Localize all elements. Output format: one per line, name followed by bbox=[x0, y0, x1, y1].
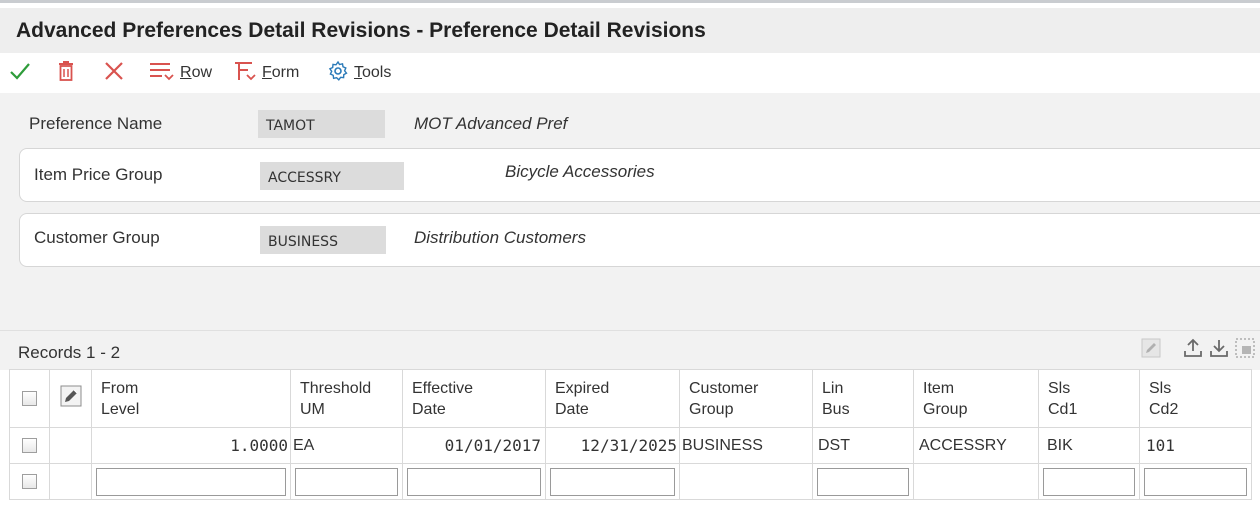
cell-threshold-um[interactable]: EA bbox=[290, 427, 403, 464]
sls-cd1-input[interactable] bbox=[1043, 467, 1135, 496]
row-checkbox[interactable] bbox=[22, 438, 37, 453]
row-menu-label: Row bbox=[180, 64, 213, 81]
row-select-cell bbox=[9, 427, 50, 464]
customer-group-label: Customer Group bbox=[34, 228, 160, 247]
input-cell-from-level bbox=[91, 463, 291, 500]
row-menu-icon bbox=[148, 59, 176, 88]
cell-customer-group[interactable]: BUSINESS bbox=[679, 427, 813, 464]
title-bar: Advanced Preferences Detail Revisions - … bbox=[0, 8, 1260, 53]
delete-button[interactable] bbox=[54, 59, 78, 88]
select-all-cell bbox=[9, 369, 50, 428]
tools-menu-button[interactable]: Tools bbox=[326, 59, 392, 88]
preference-name-label: Preference Name bbox=[29, 114, 163, 133]
row-exit-header bbox=[49, 369, 92, 428]
input-cell-threshold-um bbox=[290, 463, 403, 500]
tools-menu-label: Tools bbox=[354, 64, 392, 81]
download-icon[interactable] bbox=[1208, 337, 1230, 364]
from-level-input[interactable] bbox=[96, 467, 286, 496]
edit-icon[interactable] bbox=[1140, 337, 1162, 364]
form-menu-label: Form bbox=[262, 64, 300, 81]
input-cell-item-group bbox=[913, 463, 1039, 500]
select-all-checkbox[interactable] bbox=[22, 391, 37, 406]
cell-sls-cd1[interactable]: BIK bbox=[1038, 427, 1140, 464]
ok-button[interactable] bbox=[8, 61, 32, 85]
col-item-group[interactable]: Item Group bbox=[913, 369, 1039, 428]
cancel-button[interactable] bbox=[102, 61, 126, 85]
item-price-group-box: Item Price Group ACCESSRY Bicycle Access… bbox=[19, 148, 1260, 202]
table-row[interactable]: 1.0000 EA 01/01/2017 12/31/2025 BUSINESS… bbox=[9, 427, 1252, 464]
row-exit-cell bbox=[49, 463, 92, 500]
cell-item-group[interactable]: ACCESSRY bbox=[913, 427, 1039, 464]
lin-bus-input[interactable] bbox=[817, 467, 909, 496]
preference-name-field[interactable]: TAMOT bbox=[258, 110, 385, 138]
form-menu-button[interactable]: Form bbox=[232, 61, 299, 85]
detail-grid: From Level Threshold UM Effective Date Expi… bbox=[9, 369, 1252, 500]
cell-lin-bus[interactable]: DST bbox=[812, 427, 914, 464]
customer-group-box: Customer Group BUSINESS Distribution Cus… bbox=[19, 213, 1260, 267]
row-exit-cell bbox=[49, 427, 92, 464]
maximize-grid-icon[interactable] bbox=[1234, 337, 1256, 364]
input-cell-customer-group bbox=[679, 463, 813, 500]
item-price-group-label: Item Price Group bbox=[34, 165, 163, 184]
close-icon bbox=[102, 59, 126, 88]
header-form-area: Preference Name TAMOT MOT Advanced Pref … bbox=[0, 93, 1260, 330]
effective-date-input[interactable] bbox=[407, 467, 541, 496]
cell-from-level[interactable]: 1.0000 bbox=[91, 427, 291, 464]
col-expired-date[interactable]: Expired Date bbox=[545, 369, 680, 428]
col-customer-group[interactable]: Customer Group bbox=[679, 369, 813, 428]
upload-icon[interactable] bbox=[1182, 337, 1204, 364]
input-cell-expired-date bbox=[545, 463, 680, 500]
customer-group-description: Distribution Customers bbox=[414, 228, 586, 247]
gear-icon bbox=[326, 59, 350, 88]
form-menu-icon bbox=[232, 59, 258, 88]
row-menu-button[interactable]: Row bbox=[148, 61, 212, 85]
col-threshold-um[interactable]: Threshold UM bbox=[290, 369, 403, 428]
threshold-um-input[interactable] bbox=[295, 467, 398, 496]
preference-name-description: MOT Advanced Pref bbox=[414, 114, 568, 133]
cell-effective-date[interactable]: 01/01/2017 bbox=[402, 427, 546, 464]
cell-sls-cd2[interactable]: 101 bbox=[1139, 427, 1252, 464]
window-top-border bbox=[0, 0, 1260, 8]
input-cell-effective-date bbox=[402, 463, 546, 500]
page-title: Advanced Preferences Detail Revisions - … bbox=[16, 19, 706, 42]
item-price-group-description: Bicycle Accessories bbox=[505, 162, 655, 181]
col-lin-bus[interactable]: Lin Bus bbox=[812, 369, 914, 428]
pencil-icon[interactable] bbox=[60, 385, 82, 411]
new-entry-row[interactable] bbox=[9, 463, 1252, 500]
trash-icon bbox=[54, 59, 78, 88]
customer-group-field[interactable]: BUSINESS bbox=[260, 226, 386, 254]
records-count: Records 1 - 2 bbox=[18, 343, 121, 362]
col-effective-date[interactable]: Effective Date bbox=[402, 369, 546, 428]
col-from-level[interactable]: From Level bbox=[91, 369, 291, 428]
toolbar: Row Form Tools bbox=[0, 53, 1260, 93]
row-select-cell bbox=[9, 463, 50, 500]
grid-toolbar bbox=[1140, 337, 1256, 364]
input-cell-sls-cd2 bbox=[1139, 463, 1252, 500]
cell-expired-date[interactable]: 12/31/2025 bbox=[545, 427, 680, 464]
col-sls-cd1[interactable]: Sls Cd1 bbox=[1038, 369, 1140, 428]
expired-date-input[interactable] bbox=[550, 467, 675, 496]
grid-header-row: From Level Threshold UM Effective Date Expi… bbox=[9, 369, 1252, 428]
checkmark-icon bbox=[8, 59, 32, 88]
input-cell-lin-bus bbox=[812, 463, 914, 500]
input-cell-sls-cd1 bbox=[1038, 463, 1140, 500]
item-price-group-field[interactable]: ACCESSRY bbox=[260, 162, 404, 190]
col-sls-cd2[interactable]: Sls Cd2 bbox=[1139, 369, 1252, 428]
row-checkbox[interactable] bbox=[22, 474, 37, 489]
grid-header-bar: Records 1 - 2 bbox=[0, 330, 1260, 370]
sls-cd2-input[interactable] bbox=[1144, 467, 1247, 496]
